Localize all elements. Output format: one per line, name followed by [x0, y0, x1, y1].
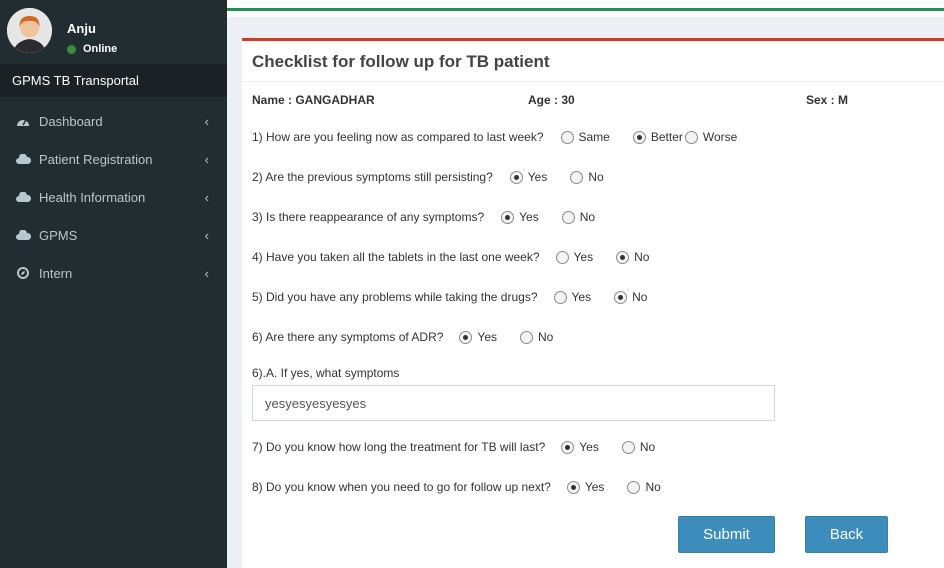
q2-option-yes[interactable]: Yes — [509, 170, 547, 184]
chevron-left-icon: ‹ — [204, 190, 209, 205]
cloud-icon — [15, 228, 31, 242]
radio-button[interactable] — [570, 170, 584, 184]
question-3: 3) Is there reappearance of any symptoms… — [252, 210, 595, 224]
radio-button[interactable] — [616, 250, 630, 264]
sidebar-item-label: Dashboard — [39, 113, 103, 129]
q3-option-no[interactable]: No — [561, 210, 595, 224]
dashboard-icon — [15, 114, 31, 128]
radio-button[interactable] — [684, 130, 698, 144]
radio-button[interactable] — [632, 130, 646, 144]
q6-option-yes[interactable]: Yes — [459, 330, 497, 344]
user-name: Anju — [67, 21, 96, 36]
question-7: 7) Do you know how long the treatment fo… — [252, 440, 655, 454]
user-panel: Anju Online — [0, 0, 227, 64]
radio-button[interactable] — [621, 440, 635, 454]
question-8: 8) Do you know when you need to go for f… — [252, 480, 661, 494]
radio-button[interactable] — [627, 480, 641, 494]
radio-button[interactable] — [561, 210, 575, 224]
sidebar-item-label: Patient Registration — [39, 151, 153, 167]
sidebar-item-patient-registration[interactable]: Patient Registration ‹ — [0, 140, 227, 178]
chevron-left-icon: ‹ — [204, 152, 209, 167]
chevron-left-icon: ‹ — [204, 114, 209, 129]
chevron-left-icon: ‹ — [204, 266, 209, 281]
submit-button[interactable]: Submit — [678, 516, 775, 553]
radio-button[interactable] — [566, 480, 580, 494]
question-5: 5) Did you have any problems while takin… — [252, 290, 647, 304]
sidebar-item-label: GPMS — [39, 227, 78, 243]
q7-option-no[interactable]: No — [621, 440, 655, 454]
question-1: 1) How are you feeling now as compared t… — [252, 130, 737, 144]
user-status: Online — [67, 43, 117, 55]
patient-sex: Sex : M — [806, 93, 849, 107]
q7-option-yes[interactable]: Yes — [561, 440, 599, 454]
radio-button[interactable] — [560, 130, 574, 144]
question-1-text: 1) How are you feeling now as compared t… — [252, 130, 544, 144]
question-4-text: 4) Have you taken all the tablets in the… — [252, 250, 540, 264]
q2-option-no[interactable]: No — [570, 170, 604, 184]
cloud-icon — [15, 152, 31, 166]
q5-option-no[interactable]: No — [614, 290, 647, 304]
top-bar — [227, 0, 944, 17]
radio-button[interactable] — [561, 440, 575, 454]
radio-button[interactable] — [501, 210, 515, 224]
avatar — [7, 8, 52, 53]
question-8-text: 8) Do you know when you need to go for f… — [252, 480, 551, 494]
q1-option-worse[interactable]: Worse — [684, 130, 737, 144]
q8-option-no[interactable]: No — [627, 480, 661, 494]
q4-option-yes[interactable]: Yes — [555, 250, 593, 264]
sidebar-item-gpms[interactable]: GPMS ‹ — [0, 216, 227, 254]
compass-icon — [15, 266, 31, 280]
checklist-panel: Checklist for follow up for TB patient N… — [242, 38, 944, 568]
q4-option-no[interactable]: No — [616, 250, 649, 264]
question-7-text: 7) Do you know how long the treatment fo… — [252, 440, 546, 454]
online-status-icon — [67, 44, 76, 54]
q3-option-yes[interactable]: Yes — [501, 210, 539, 224]
radio-button[interactable] — [553, 290, 567, 304]
question-6-text: 6) Are there any symptoms of ADR? — [252, 330, 444, 344]
user-status-label: Online — [83, 43, 118, 55]
question-2: 2) Are the previous symptoms still persi… — [252, 170, 604, 184]
q5-option-yes[interactable]: Yes — [553, 290, 591, 304]
radio-button[interactable] — [509, 170, 523, 184]
q8-option-yes[interactable]: Yes — [566, 480, 604, 494]
question-6a-label: 6).A. If yes, what symptoms — [252, 366, 400, 380]
symptoms-input[interactable] — [252, 385, 775, 421]
question-3-text: 3) Is there reappearance of any symptoms… — [252, 210, 485, 224]
question-2-text: 2) Are the previous symptoms still persi… — [252, 170, 493, 184]
page-title: Checklist for follow up for TB patient — [252, 52, 550, 71]
sidebar-item-health-information[interactable]: Health Information ‹ — [0, 178, 227, 216]
radio-button[interactable] — [555, 250, 569, 264]
question-5-text: 5) Did you have any problems while takin… — [252, 290, 538, 304]
patient-age: Age : 30 — [528, 93, 575, 107]
sidebar-item-label: Health Information — [39, 189, 146, 205]
sidebar-item-intern[interactable]: Intern ‹ — [0, 254, 227, 292]
q1-option-better[interactable]: Better — [632, 130, 683, 144]
question-6: 6) Are there any symptoms of ADR? Yes No — [252, 330, 553, 344]
sidebar-menu: Dashboard ‹ Patient Registration ‹ Healt… — [0, 102, 227, 292]
top-accent-line — [227, 8, 944, 11]
q1-option-same[interactable]: Same — [560, 130, 610, 144]
patient-name: Name : GANGADHAR — [252, 93, 375, 107]
q6-option-no[interactable]: No — [520, 330, 553, 344]
radio-button[interactable] — [459, 330, 473, 344]
question-4: 4) Have you taken all the tablets in the… — [252, 250, 649, 264]
app-title: GPMS TB Transportal — [0, 64, 227, 97]
sidebar-item-dashboard[interactable]: Dashboard ‹ — [0, 102, 227, 140]
divider — [242, 81, 944, 82]
cloud-icon — [15, 190, 31, 204]
chevron-left-icon: ‹ — [204, 228, 209, 243]
sidebar-item-label: Intern — [39, 265, 73, 281]
back-button[interactable]: Back — [805, 516, 888, 553]
radio-button[interactable] — [520, 330, 533, 344]
radio-button[interactable] — [614, 290, 628, 304]
sidebar: Anju Online GPMS TB Transportal Dashboar… — [0, 0, 227, 568]
